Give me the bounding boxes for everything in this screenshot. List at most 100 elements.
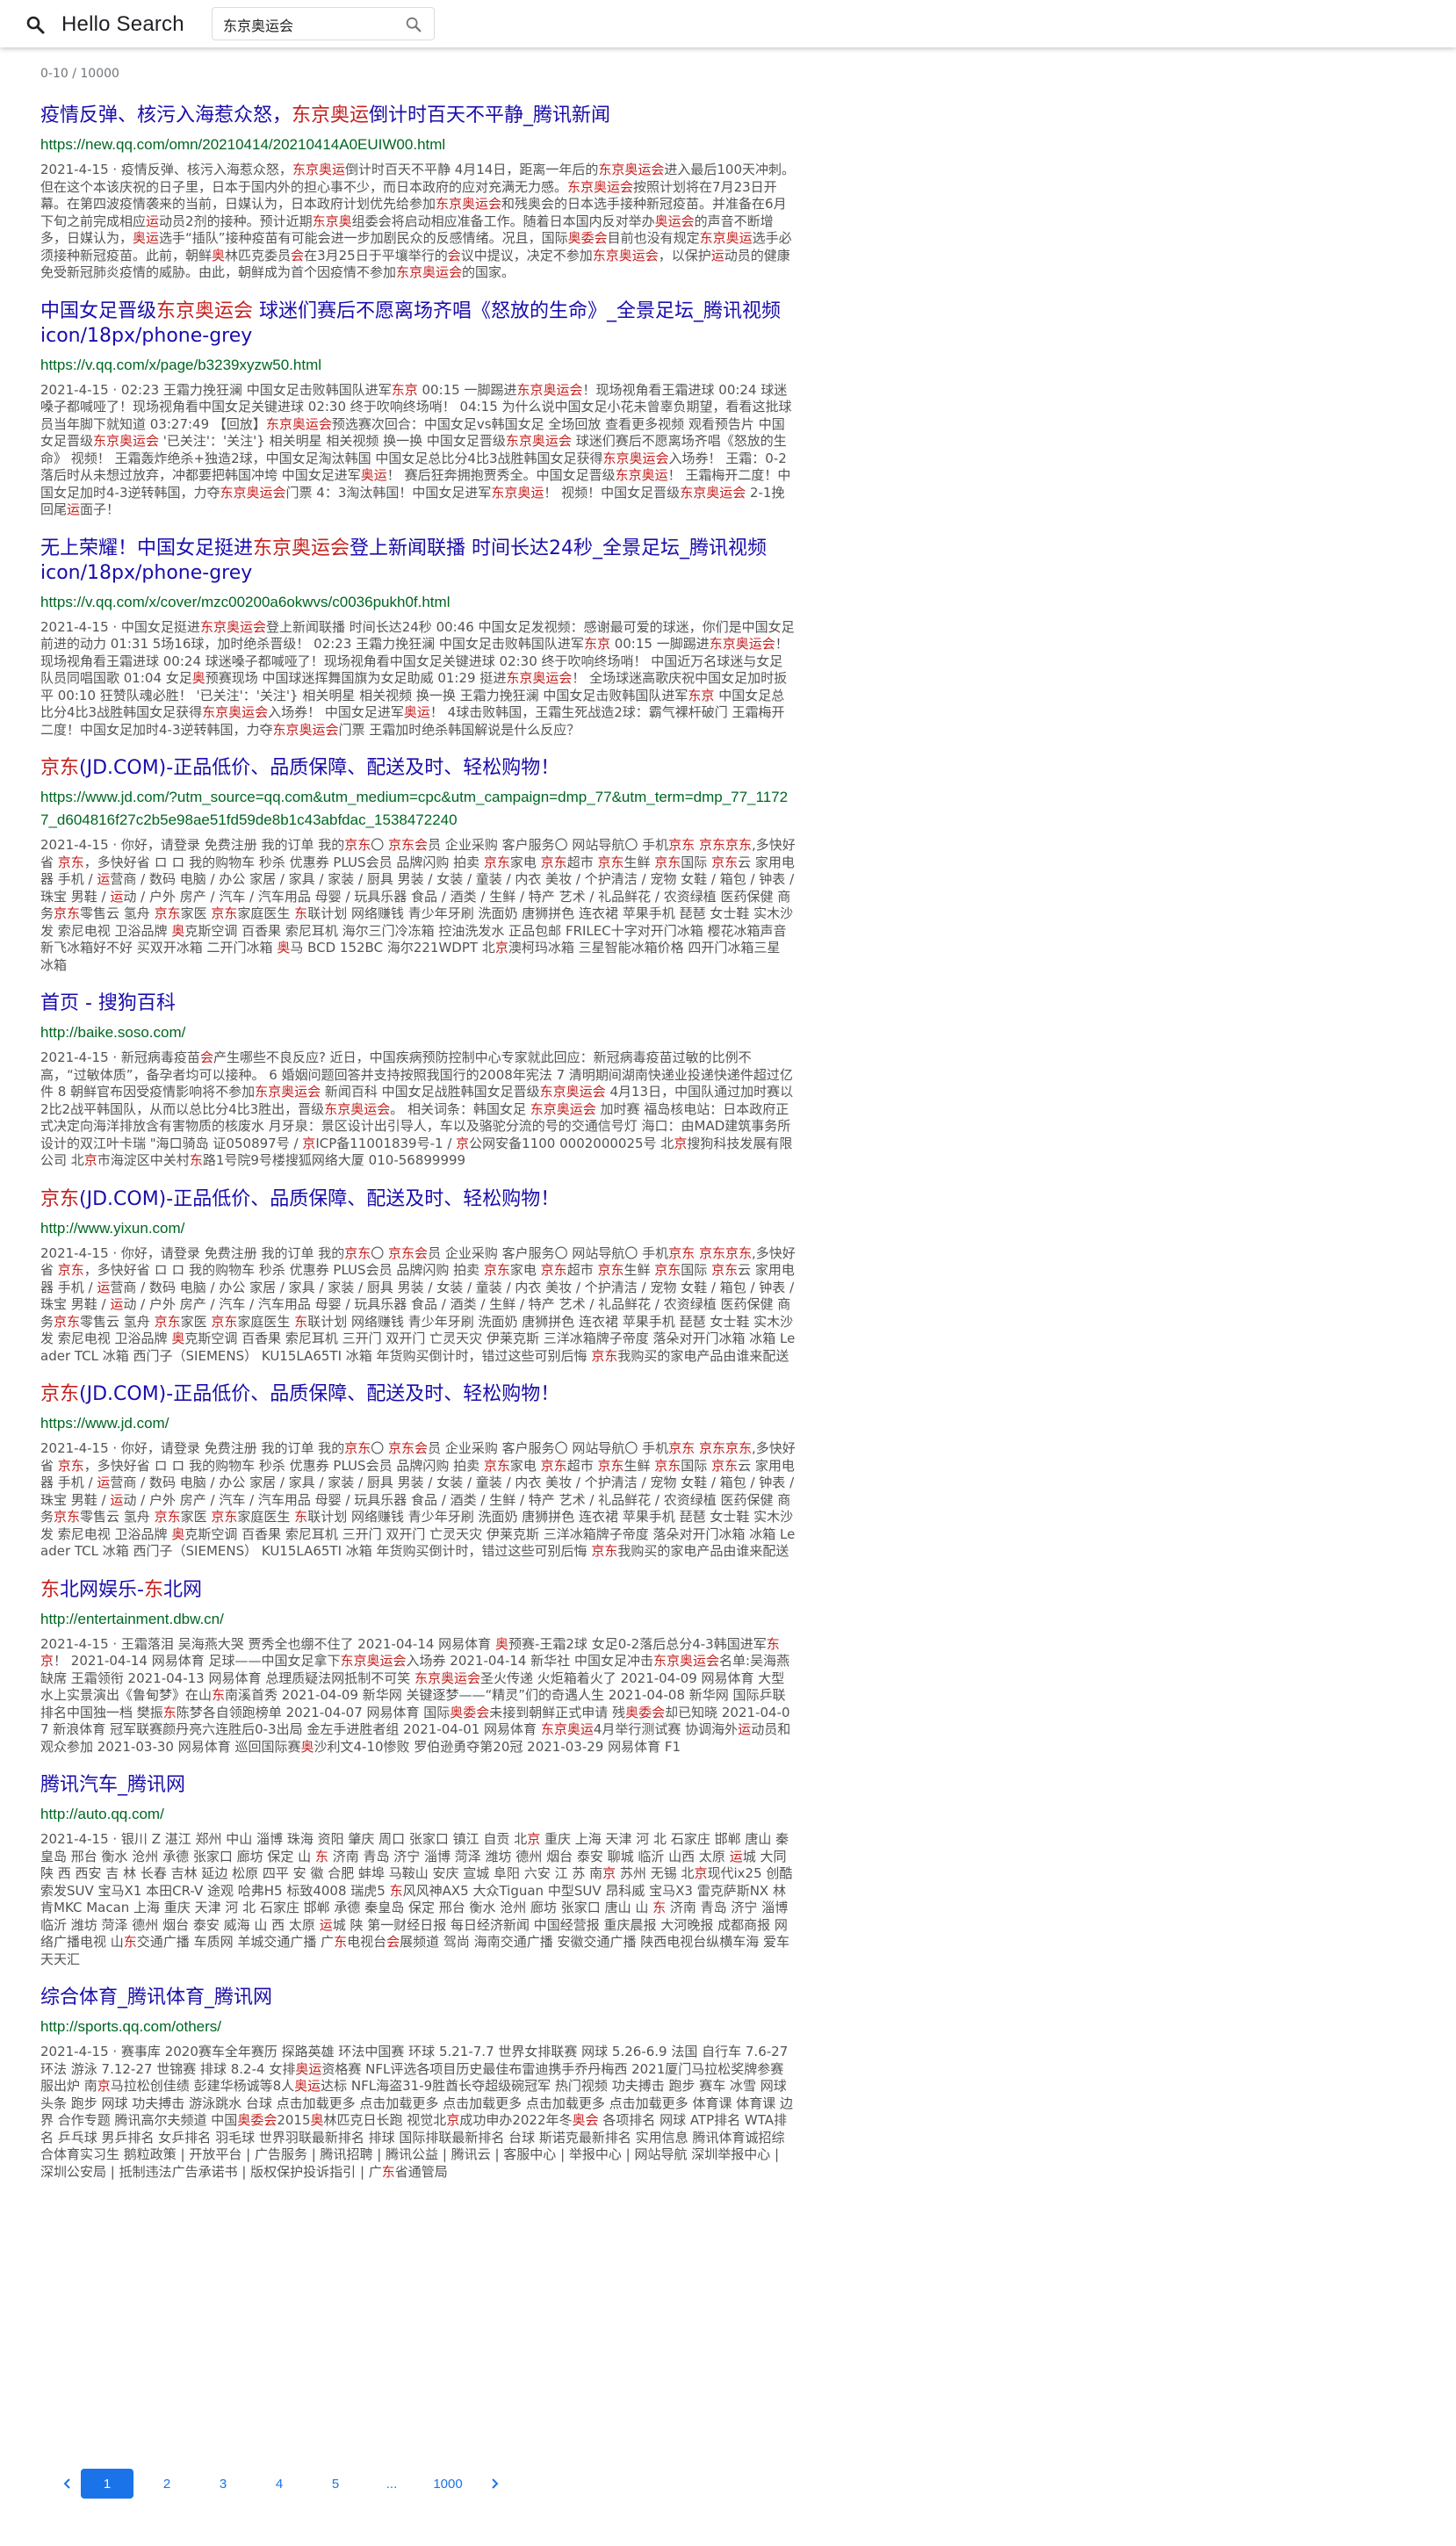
highlighted-term: 京东: [724, 1440, 752, 1456]
search-input[interactable]: [221, 8, 400, 41]
highlighted-term: 东京奥运会: [436, 196, 502, 212]
highlighted-term: 东京奥运会: [680, 484, 746, 501]
highlighted-term: 京东: [40, 1383, 80, 1405]
text-segment: 马拉松创佳绩 彭建华杨诚等8人: [110, 2078, 295, 2094]
highlighted-term: 京东: [57, 1457, 84, 1474]
highlighted-term: 奥: [300, 1738, 314, 1755]
search-result: 京东(JD.COM)-正品低价、品质保障、配送及时、轻松购物！ https://w…: [40, 756, 796, 974]
result-title-link[interactable]: 京东(JD.COM)-正品低价、品质保障、配送及时、轻松购物！: [40, 756, 796, 781]
text-segment: 预赛现场 中国球迷挥舞国旗为女足助威 01:29 挺进: [205, 670, 507, 686]
text-segment: 组委会将启动相应准备工作。随着日本国内反对举办: [351, 213, 655, 229]
text-segment: 未接到朝鲜正式申请 残: [489, 1704, 626, 1720]
highlighted-term: 运: [110, 1296, 124, 1312]
text-segment: 面子！: [80, 501, 120, 517]
brand[interactable]: Hello Search: [25, 12, 184, 37]
search-result: 腾讯汽车_腾讯网 http://auto.qq.com/2021-4-15 · 银…: [40, 1773, 796, 1968]
text-segment: 家电: [509, 854, 541, 870]
text-segment: 交通广播 车质网 羊城交通广播 广: [136, 1934, 335, 1950]
highlighted-term: 京东: [698, 1244, 725, 1261]
highlighted-term: 奥委会: [625, 1704, 666, 1720]
text-segment: 选手“插队”接种疫苗有可能会进一步加剧民众的反感情绪。况且，国际: [159, 230, 568, 246]
result-url[interactable]: http://www.yixun.com/: [40, 1217, 796, 1240]
page-button[interactable]: 1: [81, 2469, 133, 2499]
next-page-icon[interactable]: [481, 2469, 508, 2499]
result-url[interactable]: https://new.qq.com/omn/20210414/20210414…: [40, 133, 796, 156]
highlighted-term: 东京: [391, 381, 418, 398]
text-segment: 目前也没有规定: [607, 230, 700, 246]
result-title-link[interactable]: 疫情反弹、核污入海惹众怒，东京奥运倒计时百天不平静_腾讯新闻: [40, 104, 796, 128]
highlighted-term: 京东: [724, 1244, 752, 1261]
result-url[interactable]: http://entertainment.dbw.cn/: [40, 1608, 796, 1631]
text-segment: 零售云 氢舟: [80, 1313, 155, 1330]
highlighted-term: 东京奥运会: [202, 704, 269, 720]
search-icon[interactable]: [404, 15, 423, 34]
result-title-link[interactable]: 无上荣耀！中国女足挺进东京奥运会登上新闻联播 时间长达24秒_全景足坛_腾讯视频…: [40, 537, 796, 586]
text-segment: 疫情反弹、核污入海惹众怒，: [40, 105, 292, 126]
highlighted-term: 运: [110, 1491, 124, 1508]
highlighted-term: 东京奥运会: [255, 1084, 321, 1100]
highlighted-term: 东京奥运会: [199, 618, 266, 635]
highlighted-term: 京东: [54, 1509, 81, 1525]
page-ellipsis: ...: [386, 2476, 398, 2492]
highlighted-term: 京东: [540, 1262, 567, 1278]
search-result: 无上荣耀！中国女足挺进东京奥运会登上新闻联播 时间长达24秒_全景足坛_腾讯视频…: [40, 537, 796, 739]
result-title-link[interactable]: 综合体育_腾讯体育_腾讯网: [40, 1986, 796, 2010]
highlighted-term: 京东: [211, 1313, 238, 1330]
page-button[interactable]: 3: [200, 2469, 246, 2499]
highlighted-term: 东京奥运: [615, 467, 668, 483]
prev-page-icon[interactable]: [54, 2469, 81, 2499]
result-title-link[interactable]: 京东(JD.COM)-正品低价、品质保障、配送及时、轻松购物！: [40, 1382, 796, 1407]
highlighted-term: 京东: [483, 854, 510, 870]
highlighted-term: 奥会: [572, 2112, 599, 2128]
result-title-link[interactable]: 京东(JD.COM)-正品低价、品质保障、配送及时、轻松购物！: [40, 1187, 796, 1212]
page-button[interactable]: 4: [256, 2469, 302, 2499]
highlighted-term: 东京奥运会: [602, 450, 669, 466]
text-segment: 生鲜: [623, 1262, 655, 1278]
text-segment: 新闻百科 中国女足战胜韩国女足晋级: [321, 1084, 540, 1100]
result-url[interactable]: http://baike.soso.com/: [40, 1021, 796, 1044]
text-segment: 门票 王霜加时绝杀韩国解说是什么反应？: [338, 721, 580, 738]
highlighted-term: 运: [67, 501, 81, 517]
result-url[interactable]: https://v.qq.com/x/page/b3239xyzw50.html: [40, 354, 796, 377]
highlighted-term: 京东: [540, 854, 567, 870]
result-title-link[interactable]: 东北网娱乐-东北网: [40, 1578, 796, 1603]
text-segment: 北网: [162, 1578, 202, 1601]
page-button[interactable]: 5: [313, 2469, 358, 2499]
highlighted-term: 东: [123, 1934, 137, 1950]
result-snippet: 2021-4-15 · 02:23 王霜力挽狂澜 中国女足击败韩国队进军东京 0…: [40, 382, 796, 519]
text-segment: 2021-4-15 · 中国女足挺进: [40, 618, 200, 635]
highlighted-term: 京东: [668, 1440, 696, 1456]
highlighted-term: 京东: [211, 905, 238, 921]
results-area: 0-10 / 10000 疫情反弹、核污入海惹众怒，东京奥运倒计时百天不平静_腾…: [40, 67, 796, 2198]
result-url[interactable]: https://www.jd.com/: [40, 1412, 796, 1435]
highlighted-term: 奥运: [133, 230, 160, 246]
text-segment: 〇: [371, 1244, 389, 1261]
text-segment: 2021-4-15 · 你好，请登录 免费注册 我的订单 我的: [40, 1440, 345, 1456]
text-segment: 省通管局: [394, 2163, 448, 2180]
page-button[interactable]: 2: [144, 2469, 190, 2499]
pagination: 1 2 3 4 5... 1000: [54, 2468, 508, 2499]
highlighted-term: 运: [97, 1475, 111, 1490]
highlighted-term: 奥委会: [237, 2112, 278, 2128]
highlighted-term: 东京奥运会: [530, 1100, 596, 1117]
result-url[interactable]: http://auto.qq.com/: [40, 1803, 796, 1826]
highlighted-term: 运: [738, 1721, 752, 1737]
text-segment: 生鲜: [623, 854, 655, 870]
highlighted-term: 会: [447, 247, 461, 263]
page-button[interactable]: 1000: [425, 2469, 471, 2499]
text-segment: 公网安备1100 0002000025号 北: [469, 1135, 674, 1151]
text-segment: 家庭医生: [237, 1313, 295, 1330]
text-segment: '已关注'：'关注'} 相关明星 相关视频 换一换 中国女足晋级: [159, 433, 506, 449]
result-title-link[interactable]: 首页 - 搜狗百科: [40, 992, 796, 1016]
result-url[interactable]: https://v.qq.com/x/cover/mzc00200a6okwvs…: [40, 591, 796, 614]
result-title-link[interactable]: 中国女足晋级东京奥运会 球迷们赛后不愿离场齐唱《怒放的生命》_全景足坛_腾讯视频…: [40, 299, 796, 349]
highlighted-term: 京东: [344, 1244, 371, 1261]
result-title-link[interactable]: 腾讯汽车_腾讯网: [40, 1773, 796, 1798]
highlighted-term: 京东: [654, 854, 681, 870]
text-segment: ！ 视频！中国女足晋级: [544, 484, 681, 501]
result-url[interactable]: https://www.jd.com/?utm_source=qq.com&ut…: [40, 786, 796, 832]
highlighted-term: 京东: [597, 1262, 624, 1278]
result-snippet: 2021-4-15 · 中国女足挺进东京奥运会登上新闻联播 时间长达24秒 00…: [40, 619, 796, 739]
text-segment: ，多快好省 ロ ロ 我的购物车 秒杀 优惠券 PLUS会员 品牌闪购 拍卖: [83, 1262, 484, 1278]
result-url[interactable]: http://sports.qq.com/others/: [40, 2016, 796, 2038]
